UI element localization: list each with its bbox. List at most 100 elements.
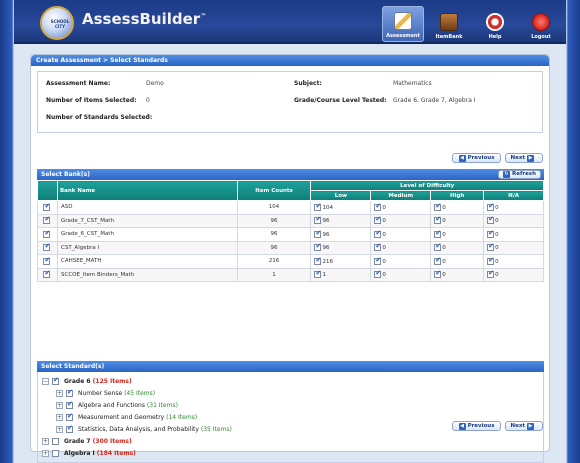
standard-checkbox[interactable] xyxy=(66,412,73,421)
expand-icon[interactable]: + xyxy=(56,389,63,397)
nav-help[interactable]: Help xyxy=(474,6,516,42)
high-cell: 0 xyxy=(430,227,485,242)
na-checkbox[interactable] xyxy=(487,269,495,279)
tree-standard-row: + Statistics, Data Analysis, and Probabil… xyxy=(42,423,539,435)
bank-checkbox[interactable] xyxy=(43,215,51,225)
bank-checkbox[interactable] xyxy=(43,256,51,265)
standard-count: (35 Items) xyxy=(200,425,232,433)
high-count: 0 xyxy=(442,204,446,211)
na-checkbox[interactable] xyxy=(487,202,495,211)
bank-name-cell: SCCOE_Item Binders_Math xyxy=(56,267,238,282)
items-selected-value: 0 xyxy=(146,97,150,104)
expand-icon[interactable]: + xyxy=(56,425,63,433)
bank-checkbox[interactable] xyxy=(43,229,51,238)
medium-checkbox[interactable] xyxy=(374,242,382,252)
standard-count: (14 Items) xyxy=(166,413,198,421)
nav-itembank[interactable]: ItemBank xyxy=(428,6,470,42)
low-checkbox[interactable] xyxy=(314,256,322,265)
bank-select-cell xyxy=(37,213,58,228)
medium-cell: 0 xyxy=(370,240,432,255)
select-standards-header: Select Standard(s) xyxy=(37,361,544,372)
bank-row: Grade_6_CST_Math 96 96 0 0 0 xyxy=(37,227,544,242)
bank-row: ASD 104 104 0 0 0 xyxy=(37,200,544,215)
grade-checkbox[interactable] xyxy=(52,437,59,445)
medium-checkbox[interactable] xyxy=(374,202,382,211)
nav-logout[interactable]: Logout xyxy=(520,6,562,42)
medium-count: 0 xyxy=(382,245,386,252)
standard-name: Algebra and Functions xyxy=(78,401,145,409)
standards-tree: −Grade 6 (125 Items)+Number Sense (45 It… xyxy=(37,372,544,463)
difficulty-header: Level of Difficulty xyxy=(310,180,544,191)
na-checkbox[interactable] xyxy=(487,215,495,225)
medium-checkbox[interactable] xyxy=(374,215,382,225)
medium-checkbox[interactable] xyxy=(374,229,382,238)
top-nav: Assessment ItemBank Help Logout xyxy=(378,6,562,42)
grade-label: Algebra I (184 Items) xyxy=(64,450,136,457)
next-label: Next xyxy=(510,155,525,161)
low-checkbox[interactable] xyxy=(314,202,322,211)
high-checkbox[interactable] xyxy=(434,229,442,238)
standard-checkbox[interactable] xyxy=(66,424,73,433)
na-checkbox[interactable] xyxy=(487,242,495,252)
high-checkbox[interactable] xyxy=(434,215,442,225)
expand-icon[interactable]: + xyxy=(42,437,49,445)
bank-checkbox[interactable] xyxy=(43,242,51,252)
refresh-button[interactable]: ↻ Refresh xyxy=(498,170,541,179)
bank-row: CAHSEE_MATH 216 216 0 0 0 xyxy=(37,254,544,269)
grade-label: Grade 7 (300 Items) xyxy=(64,438,132,445)
tree-standard-row: + Algebra and Functions (31 Items) xyxy=(42,399,539,411)
assessment-name-value: Demo xyxy=(146,80,164,87)
item-count: 96 xyxy=(270,244,278,251)
medium-checkbox[interactable] xyxy=(374,256,382,265)
medium-count: 0 xyxy=(382,258,386,265)
low-checkbox[interactable] xyxy=(314,242,322,252)
bank-name-cell: Grade_7_CST_Math xyxy=(56,213,238,228)
low-checkbox[interactable] xyxy=(314,269,322,279)
items-selected-label: Number of Items Selected: xyxy=(46,97,137,104)
nav-help-label: Help xyxy=(488,34,502,40)
bank-select-cell xyxy=(37,254,58,269)
high-cell: 0 xyxy=(430,200,485,215)
low-count: 1 xyxy=(322,272,326,279)
collapse-icon[interactable]: − xyxy=(42,377,49,385)
low-count: 104 xyxy=(322,204,333,211)
na-cell: 0 xyxy=(483,227,544,242)
nav-logout-label: Logout xyxy=(531,34,551,40)
high-checkbox[interactable] xyxy=(434,256,442,265)
na-checkbox[interactable] xyxy=(487,229,495,238)
bank-checkbox[interactable] xyxy=(43,269,51,279)
low-cell: 96 xyxy=(310,227,372,242)
standard-name: Number Sense xyxy=(78,389,123,397)
item-count-cell: 96 xyxy=(236,213,312,228)
nav-assessment[interactable]: Assessment xyxy=(382,6,424,42)
na-checkbox[interactable] xyxy=(487,256,495,265)
high-cell: 0 xyxy=(430,254,485,269)
tree-grade-row: + Algebra I (184 Items) xyxy=(42,447,539,459)
grade-count: (300 Items) xyxy=(92,437,132,445)
standard-checkbox[interactable] xyxy=(66,400,73,409)
standard-checkbox[interactable] xyxy=(66,388,73,397)
high-cell: 0 xyxy=(430,213,485,228)
previous-button-top[interactable]: ◀ Previous xyxy=(451,153,502,163)
medium-cell: 0 xyxy=(370,267,432,282)
bank-select-cell xyxy=(37,200,58,215)
high-checkbox[interactable] xyxy=(434,202,442,211)
medium-checkbox[interactable] xyxy=(374,269,382,279)
low-checkbox[interactable] xyxy=(314,215,322,225)
item-count-cell: 96 xyxy=(236,240,312,255)
low-cell: 1 xyxy=(310,267,372,282)
next-button-top[interactable]: Next ▶ xyxy=(505,153,543,163)
low-checkbox[interactable] xyxy=(314,229,322,238)
high-count: 0 xyxy=(442,245,446,252)
high-checkbox[interactable] xyxy=(434,269,442,279)
na-count: 0 xyxy=(495,272,499,279)
na-cell: 0 xyxy=(483,213,544,228)
grade-checkbox[interactable] xyxy=(52,449,59,457)
medium-count: 0 xyxy=(382,218,386,225)
high-checkbox[interactable] xyxy=(434,242,442,252)
expand-icon[interactable]: + xyxy=(56,413,63,421)
grade-checkbox[interactable] xyxy=(52,376,59,385)
expand-icon[interactable]: + xyxy=(42,449,49,457)
bank-checkbox[interactable] xyxy=(43,202,51,211)
expand-icon[interactable]: + xyxy=(56,401,63,409)
